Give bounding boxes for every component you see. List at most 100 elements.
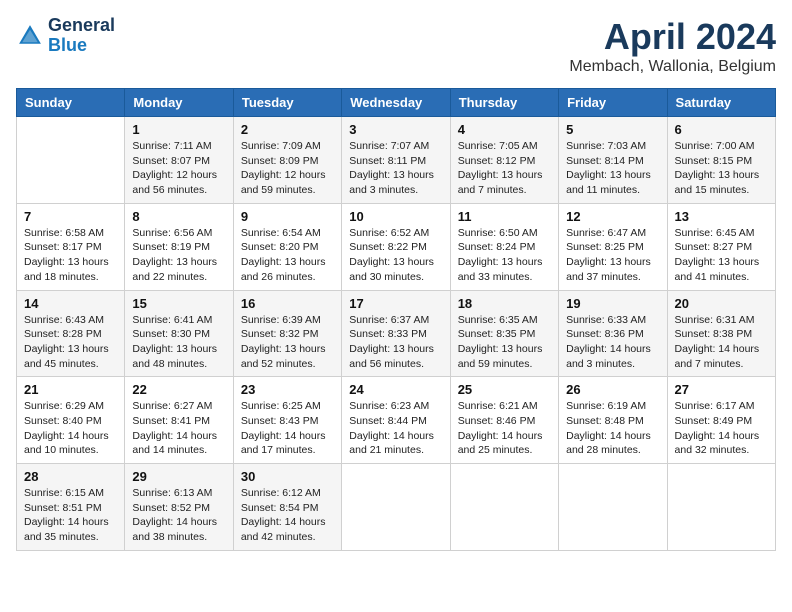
day-info: Sunrise: 6:21 AM Sunset: 8:46 PM Dayligh… — [458, 399, 551, 458]
day-info: Sunrise: 6:25 AM Sunset: 8:43 PM Dayligh… — [241, 399, 334, 458]
day-number: 6 — [675, 122, 768, 137]
calendar-cell: 29 Sunrise: 6:13 AM Sunset: 8:52 PM Dayli… — [125, 464, 233, 551]
day-info: Sunrise: 6:27 AM Sunset: 8:41 PM Dayligh… — [132, 399, 225, 458]
logo-text: General Blue — [48, 16, 115, 56]
day-info: Sunrise: 6:35 AM Sunset: 8:35 PM Dayligh… — [458, 313, 551, 372]
calendar-cell — [559, 464, 667, 551]
calendar-cell: 23 Sunrise: 6:25 AM Sunset: 8:43 PM Dayli… — [233, 377, 341, 464]
calendar-cell: 24 Sunrise: 6:23 AM Sunset: 8:44 PM Dayli… — [342, 377, 450, 464]
day-number: 13 — [675, 209, 768, 224]
day-number: 2 — [241, 122, 334, 137]
calendar-cell: 18 Sunrise: 6:35 AM Sunset: 8:35 PM Dayli… — [450, 290, 558, 377]
day-info: Sunrise: 6:52 AM Sunset: 8:22 PM Dayligh… — [349, 226, 442, 285]
calendar-week-row: 28 Sunrise: 6:15 AM Sunset: 8:51 PM Dayli… — [17, 464, 776, 551]
day-info: Sunrise: 7:03 AM Sunset: 8:14 PM Dayligh… — [566, 139, 659, 198]
day-number: 8 — [132, 209, 225, 224]
day-number: 11 — [458, 209, 551, 224]
calendar-header-row: SundayMondayTuesdayWednesdayThursdayFrid… — [17, 89, 776, 117]
calendar-week-row: 21Sunrise: 6:29 AM Sunset: 8:40 PM Dayli… — [17, 377, 776, 464]
day-number: 17 — [349, 296, 442, 311]
calendar-cell — [450, 464, 558, 551]
calendar-cell: 8 Sunrise: 6:56 AM Sunset: 8:19 PM Daylig… — [125, 203, 233, 290]
day-number: 26 — [566, 382, 659, 397]
day-info: Sunrise: 6:58 AM Sunset: 8:17 PM Dayligh… — [24, 226, 117, 285]
day-number: 28 — [24, 469, 117, 484]
calendar-cell: 15Sunrise: 6:41 AM Sunset: 8:30 PM Dayli… — [125, 290, 233, 377]
day-number: 19 — [566, 296, 659, 311]
calendar-week-row: 14Sunrise: 6:43 AM Sunset: 8:28 PM Dayli… — [17, 290, 776, 377]
day-info: Sunrise: 7:11 AM Sunset: 8:07 PM Dayligh… — [132, 139, 225, 198]
logo-icon — [16, 22, 44, 50]
calendar-cell: 10 Sunrise: 6:52 AM Sunset: 8:22 PM Dayli… — [342, 203, 450, 290]
day-info: Sunrise: 6:56 AM Sunset: 8:19 PM Dayligh… — [132, 226, 225, 285]
day-info: Sunrise: 6:13 AM Sunset: 8:52 PM Dayligh… — [132, 486, 225, 545]
day-number: 18 — [458, 296, 551, 311]
day-info: Sunrise: 7:05 AM Sunset: 8:12 PM Dayligh… — [458, 139, 551, 198]
day-number: 3 — [349, 122, 442, 137]
calendar-cell — [342, 464, 450, 551]
day-number: 24 — [349, 382, 442, 397]
title-block: April 2024 Membach, Wallonia, Belgium — [569, 16, 776, 76]
calendar-cell — [667, 464, 775, 551]
day-number: 25 — [458, 382, 551, 397]
day-info: Sunrise: 6:33 AM Sunset: 8:36 PM Dayligh… — [566, 313, 659, 372]
day-number: 27 — [675, 382, 768, 397]
day-number: 12 — [566, 209, 659, 224]
day-number: 30 — [241, 469, 334, 484]
logo-line2: Blue — [48, 35, 87, 55]
weekday-header: Sunday — [17, 89, 125, 117]
day-info: Sunrise: 7:09 AM Sunset: 8:09 PM Dayligh… — [241, 139, 334, 198]
calendar-title: April 2024 — [569, 16, 776, 58]
day-number: 20 — [675, 296, 768, 311]
day-info: Sunrise: 6:39 AM Sunset: 8:32 PM Dayligh… — [241, 313, 334, 372]
calendar-cell: 20 Sunrise: 6:31 AM Sunset: 8:38 PM Dayli… — [667, 290, 775, 377]
day-info: Sunrise: 6:15 AM Sunset: 8:51 PM Dayligh… — [24, 486, 117, 545]
calendar-cell: 16 Sunrise: 6:39 AM Sunset: 8:32 PM Dayli… — [233, 290, 341, 377]
calendar-cell: 28 Sunrise: 6:15 AM Sunset: 8:51 PM Dayli… — [17, 464, 125, 551]
calendar-cell: 27 Sunrise: 6:17 AM Sunset: 8:49 PM Dayli… — [667, 377, 775, 464]
day-number: 9 — [241, 209, 334, 224]
day-info: Sunrise: 6:41 AM Sunset: 8:30 PM Dayligh… — [132, 313, 225, 372]
weekday-header: Friday — [559, 89, 667, 117]
calendar-week-row: 7Sunrise: 6:58 AM Sunset: 8:17 PM Daylig… — [17, 203, 776, 290]
day-info: Sunrise: 6:50 AM Sunset: 8:24 PM Dayligh… — [458, 226, 551, 285]
calendar-cell: 14Sunrise: 6:43 AM Sunset: 8:28 PM Dayli… — [17, 290, 125, 377]
day-number: 22 — [132, 382, 225, 397]
calendar-cell: 11 Sunrise: 6:50 AM Sunset: 8:24 PM Dayli… — [450, 203, 558, 290]
day-info: Sunrise: 6:43 AM Sunset: 8:28 PM Dayligh… — [24, 313, 117, 372]
logo: General Blue — [16, 16, 115, 56]
calendar-cell: 7Sunrise: 6:58 AM Sunset: 8:17 PM Daylig… — [17, 203, 125, 290]
calendar-cell: 5Sunrise: 7:03 AM Sunset: 8:14 PM Daylig… — [559, 117, 667, 204]
day-number: 10 — [349, 209, 442, 224]
page-header: General Blue April 2024 Membach, Walloni… — [16, 16, 776, 76]
day-info: Sunrise: 6:31 AM Sunset: 8:38 PM Dayligh… — [675, 313, 768, 372]
day-info: Sunrise: 6:45 AM Sunset: 8:27 PM Dayligh… — [675, 226, 768, 285]
weekday-header: Tuesday — [233, 89, 341, 117]
day-number: 1 — [132, 122, 225, 137]
weekday-header: Wednesday — [342, 89, 450, 117]
day-info: Sunrise: 6:29 AM Sunset: 8:40 PM Dayligh… — [24, 399, 117, 458]
calendar-cell: 30Sunrise: 6:12 AM Sunset: 8:54 PM Dayli… — [233, 464, 341, 551]
calendar-table: SundayMondayTuesdayWednesdayThursdayFrid… — [16, 88, 776, 551]
day-info: Sunrise: 6:23 AM Sunset: 8:44 PM Dayligh… — [349, 399, 442, 458]
weekday-header: Thursday — [450, 89, 558, 117]
weekday-header: Saturday — [667, 89, 775, 117]
day-info: Sunrise: 6:17 AM Sunset: 8:49 PM Dayligh… — [675, 399, 768, 458]
calendar-cell: 2 Sunrise: 7:09 AM Sunset: 8:09 PM Daylig… — [233, 117, 341, 204]
calendar-cell: 17Sunrise: 6:37 AM Sunset: 8:33 PM Dayli… — [342, 290, 450, 377]
calendar-subtitle: Membach, Wallonia, Belgium — [569, 58, 776, 76]
calendar-cell: 19 Sunrise: 6:33 AM Sunset: 8:36 PM Dayli… — [559, 290, 667, 377]
weekday-header: Monday — [125, 89, 233, 117]
day-number: 16 — [241, 296, 334, 311]
calendar-cell: 3 Sunrise: 7:07 AM Sunset: 8:11 PM Daylig… — [342, 117, 450, 204]
day-info: Sunrise: 7:07 AM Sunset: 8:11 PM Dayligh… — [349, 139, 442, 198]
day-number: 29 — [132, 469, 225, 484]
calendar-cell: 6Sunrise: 7:00 AM Sunset: 8:15 PM Daylig… — [667, 117, 775, 204]
calendar-cell: 12 Sunrise: 6:47 AM Sunset: 8:25 PM Dayli… — [559, 203, 667, 290]
day-info: Sunrise: 6:47 AM Sunset: 8:25 PM Dayligh… — [566, 226, 659, 285]
day-number: 23 — [241, 382, 334, 397]
calendar-week-row: 1 Sunrise: 7:11 AM Sunset: 8:07 PM Daylig… — [17, 117, 776, 204]
calendar-cell: 25 Sunrise: 6:21 AM Sunset: 8:46 PM Dayli… — [450, 377, 558, 464]
calendar-cell: 1 Sunrise: 7:11 AM Sunset: 8:07 PM Daylig… — [125, 117, 233, 204]
calendar-cell: 26Sunrise: 6:19 AM Sunset: 8:48 PM Dayli… — [559, 377, 667, 464]
